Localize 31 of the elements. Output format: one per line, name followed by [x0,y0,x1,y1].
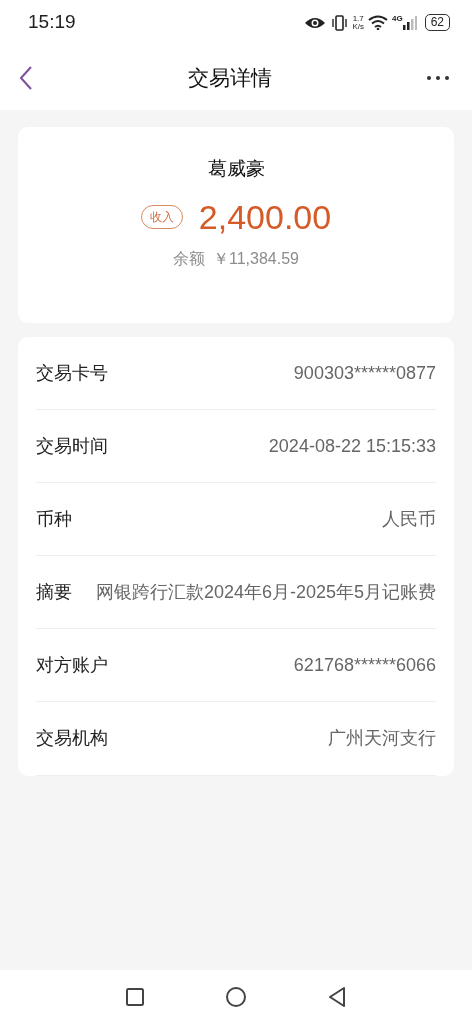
detail-value: 900303******0877 [292,362,436,385]
page-title: 交易详情 [188,64,272,91]
detail-value: 621768******6066 [292,654,436,678]
detail-value: 广州天河支行 [327,727,436,751]
network-label: 4G [391,15,403,23]
detail-label: 对方账户 [36,654,108,678]
battery-level: 62 [424,14,450,31]
amount: 2,400.00 [198,196,332,238]
vibrate-icon [330,14,349,31]
back-nav-icon[interactable] [327,986,347,1008]
detail-label: 交易机构 [36,727,108,751]
detail-label: 交易时间 [36,435,108,459]
detail-label: 交易卡号 [36,362,108,385]
detail-value: 2024-08-22 15:15:33 [267,435,436,459]
signal-icon [402,15,417,30]
status-time: 15:19 [28,10,76,35]
detail-label: 币种 [36,508,72,532]
speed-value: 1.7 [352,14,364,23]
detail-value: 人民币 [381,508,436,532]
wifi-icon [367,15,388,30]
payee-name: 葛威豪 [207,157,265,181]
recents-icon[interactable] [125,987,145,1007]
speed-unit: K/s [352,22,364,31]
home-icon[interactable] [225,986,247,1008]
balance-label: 余额 [173,248,205,269]
balance-value: ￥11,384.59 [213,248,299,269]
detail-value: 网银跨行汇款2024年6月-2025年5月记账费 [94,581,436,605]
more-icon[interactable] [426,74,450,81]
eye-icon [304,15,327,30]
back-icon[interactable] [18,64,34,91]
detail-label: 摘要 [36,581,72,605]
